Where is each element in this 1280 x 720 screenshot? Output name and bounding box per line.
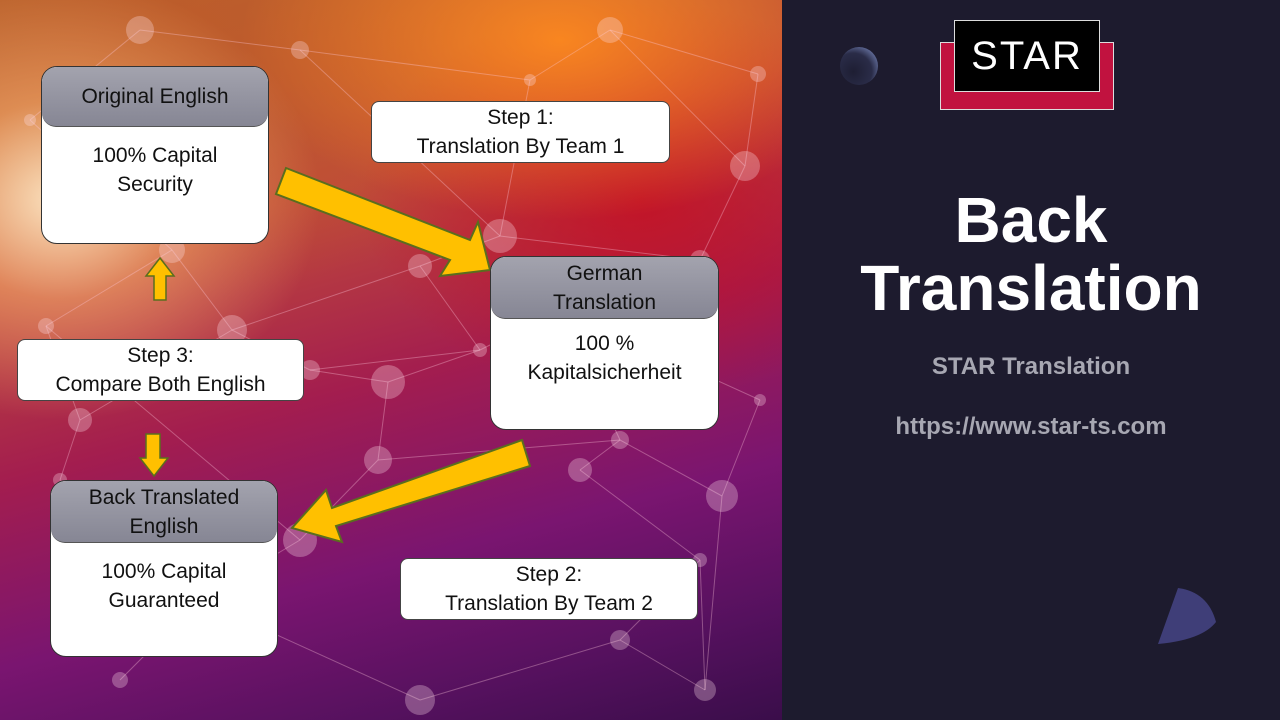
card-header-label: German bbox=[566, 261, 643, 285]
card-header-label: English bbox=[129, 514, 199, 538]
step-2-label: Step 2: Translation By Team 2 bbox=[400, 558, 698, 620]
step-3-label: Step 3: Compare Both English bbox=[17, 339, 304, 401]
card-body-text: 100 % Kapitalsicherheit bbox=[527, 332, 682, 384]
card-header-label: Translation bbox=[552, 290, 657, 314]
arrow-step1-icon bbox=[274, 166, 492, 278]
card-original-english: Original English 100% Capital Security bbox=[41, 66, 269, 244]
step-title: Step 3: bbox=[127, 344, 194, 367]
card-header: Back Translated English bbox=[51, 481, 277, 543]
card-body-text: 100% Capital Security bbox=[92, 144, 218, 196]
diagram-panel: Original English 100% Capital Security G… bbox=[0, 0, 782, 720]
card-header-label: Original English bbox=[81, 85, 229, 108]
sphere-icon bbox=[840, 47, 878, 85]
logo-black-box: STAR bbox=[954, 20, 1100, 92]
step-1-label: Step 1: Translation By Team 1 bbox=[371, 101, 670, 163]
card-back-translated-english: Back Translated English 100% Capital Gua… bbox=[50, 480, 278, 657]
arrow-down-icon bbox=[138, 433, 170, 478]
company-name: STAR Translation bbox=[931, 353, 1131, 380]
arrow-up-icon bbox=[144, 256, 176, 301]
card-header: German Translation bbox=[491, 257, 718, 319]
arrow-step2-icon bbox=[290, 438, 532, 544]
website-link[interactable]: https://www.star-ts.com bbox=[782, 413, 1280, 441]
step-description: Compare Both English bbox=[55, 373, 266, 396]
step-title: Step 2: bbox=[515, 563, 583, 586]
title-panel: STAR Back Translation STAR Translation h… bbox=[782, 0, 1280, 720]
star-logo[interactable]: STAR bbox=[940, 20, 1114, 110]
page-title: Back Translation bbox=[782, 186, 1280, 322]
card-german-translation: German Translation 100 % Kapitalsicherhe… bbox=[490, 256, 719, 430]
card-body-text: 100% Capital Guaranteed bbox=[101, 560, 227, 612]
card-header: Original English bbox=[42, 67, 268, 127]
step-description: Translation By Team 1 bbox=[416, 135, 625, 158]
card-header-label: Back Translated bbox=[88, 485, 240, 509]
cone-icon bbox=[1158, 588, 1216, 644]
step-title: Step 1: bbox=[487, 106, 554, 129]
step-description: Translation By Team 2 bbox=[445, 592, 653, 615]
title-line-1: Back bbox=[954, 184, 1108, 256]
logo-text: STAR bbox=[971, 33, 1083, 78]
title-line-2: Translation bbox=[860, 252, 1202, 324]
